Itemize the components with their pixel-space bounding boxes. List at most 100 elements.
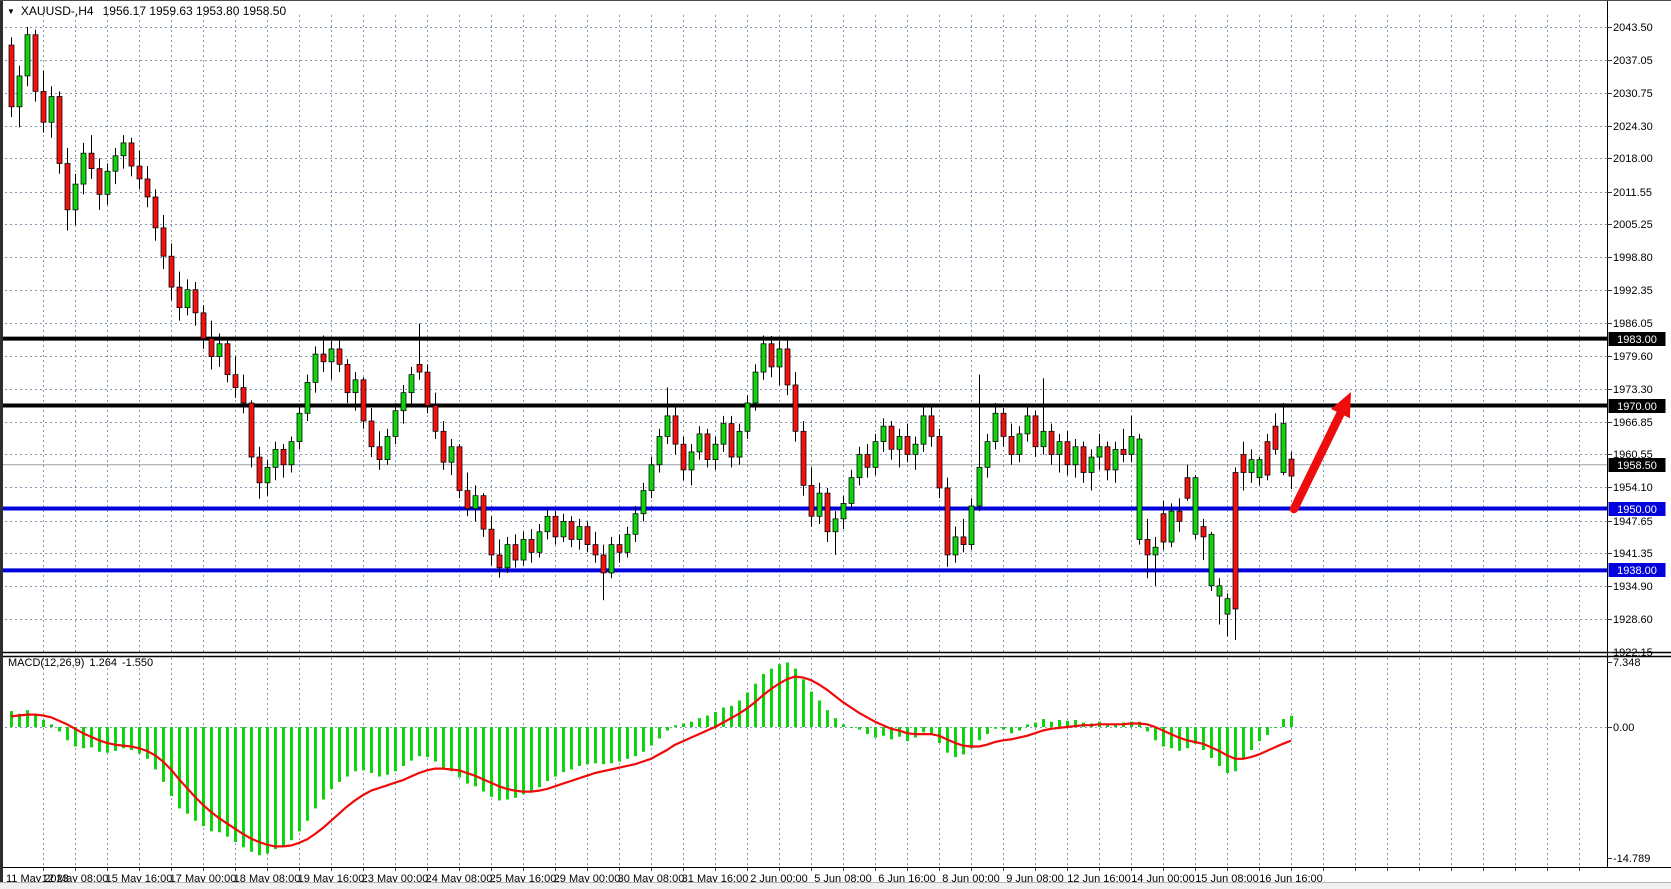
candle-body [1153, 547, 1158, 555]
symbol-period-label: XAUUSD-,H4 [21, 4, 94, 18]
candle-body [745, 403, 750, 431]
macd-bar [530, 727, 533, 792]
macd-bar [210, 727, 213, 831]
macd-bar [442, 727, 445, 768]
chart-canvas[interactable]: 2043.502037.052030.752024.302018.002011.… [0, 1, 1671, 889]
candle-body [465, 491, 470, 509]
macd-bar [1034, 723, 1037, 727]
symbol-dropdown-icon[interactable]: ▼ [7, 7, 15, 16]
macd-bar [1282, 719, 1285, 727]
candle-body [329, 349, 334, 362]
candle-body [601, 555, 606, 573]
trend-arrow-annotation[interactable] [1294, 392, 1351, 509]
macd-bar [1274, 727, 1277, 728]
window-bottom-strip [0, 882, 1671, 889]
candle-body [825, 493, 830, 532]
macd-bar [178, 727, 181, 808]
candle-body [521, 539, 526, 560]
candle-body [673, 416, 678, 444]
price-tick-label: 1973.30 [1613, 384, 1653, 396]
macd-bar [810, 692, 813, 727]
macd-bar [850, 727, 853, 728]
macd-bar [882, 727, 885, 736]
candle-body [353, 380, 358, 393]
macd-bar [202, 727, 205, 826]
macd-bar [362, 727, 365, 770]
candle-body [73, 184, 78, 210]
macd-bar [1290, 716, 1293, 727]
macd-bar [1202, 727, 1205, 750]
current-price-badge: 1958.50 [1609, 458, 1666, 472]
candle-body [49, 97, 54, 123]
macd-bar [338, 727, 341, 782]
macd-bar [1250, 727, 1253, 750]
macd-bar [1042, 719, 1045, 727]
chart-window: 2043.502037.052030.752024.302018.002011.… [0, 0, 1671, 889]
candle-body [281, 449, 286, 464]
candle-body [945, 488, 950, 555]
macd-bar [858, 727, 861, 730]
candle-body [761, 344, 766, 372]
candle-body [1233, 473, 1238, 609]
candle-body [9, 45, 14, 107]
indicator-tick-label: 7.348 [1613, 657, 1641, 669]
candle-body [161, 228, 166, 256]
macd-bar [186, 727, 189, 814]
candle-body [41, 91, 46, 122]
svg-text:1950.00: 1950.00 [1617, 504, 1657, 516]
candle-body [185, 290, 190, 308]
candle-body [249, 403, 254, 457]
candle-body [553, 516, 558, 537]
candlesticks [9, 27, 1294, 640]
candle-body [1129, 436, 1134, 454]
level-price-badge: 1950.00 [1609, 502, 1666, 516]
candle-body [729, 424, 734, 457]
macd-bar [58, 727, 61, 731]
candle-body [1281, 424, 1286, 473]
candle-body [25, 35, 30, 76]
candle-body [809, 485, 814, 516]
macd-bar [1226, 727, 1229, 773]
macd-bar [874, 727, 877, 738]
window-left-border [0, 1, 3, 882]
candle-body [585, 527, 590, 545]
svg-text:1938.00: 1938.00 [1617, 565, 1657, 577]
macd-bar [522, 727, 525, 794]
macd-bar [1018, 727, 1021, 731]
macd-bar [866, 727, 869, 734]
level-price-badge: 1938.00 [1609, 563, 1666, 577]
candle-body [1033, 416, 1038, 447]
candle-body [737, 431, 742, 457]
macd-bar [514, 727, 517, 798]
candle-body [849, 478, 854, 504]
indicator-tick-label: -14.789 [1613, 853, 1650, 865]
macd-bar [1210, 727, 1213, 758]
candle-body [921, 416, 926, 444]
candle-body [505, 545, 510, 568]
candle-body [897, 436, 902, 449]
candle-body [561, 521, 566, 536]
candle-body [153, 197, 158, 228]
candle-body [209, 339, 214, 357]
macd-bar [1234, 727, 1237, 771]
chart-title: ▼ XAUUSD-,H4 1956.17 1959.63 1953.80 1958.… [7, 4, 286, 18]
macd-bar [594, 727, 597, 763]
indicator-label: MACD(12,26,9)1.264-1.550 [8, 657, 158, 669]
candle-body [1049, 431, 1054, 454]
macd-bar [226, 727, 229, 837]
candle-body [793, 385, 798, 431]
candle-body [473, 496, 478, 509]
level-price-badge: 1983.00 [1609, 332, 1666, 346]
candle-body [513, 545, 518, 560]
macd-bar [634, 727, 637, 756]
macd-bar [578, 727, 581, 766]
macd-bar [1154, 727, 1157, 740]
candle-body [1193, 478, 1198, 535]
macd-bar [826, 710, 829, 727]
macd-bar [290, 727, 293, 840]
macd-bar [658, 727, 661, 739]
indicator-signal-value: -1.550 [122, 657, 153, 669]
ohlc-readout: 1956.17 1959.63 1953.80 1958.50 [103, 4, 287, 18]
macd-bar [266, 727, 269, 854]
candle-body [697, 434, 702, 452]
